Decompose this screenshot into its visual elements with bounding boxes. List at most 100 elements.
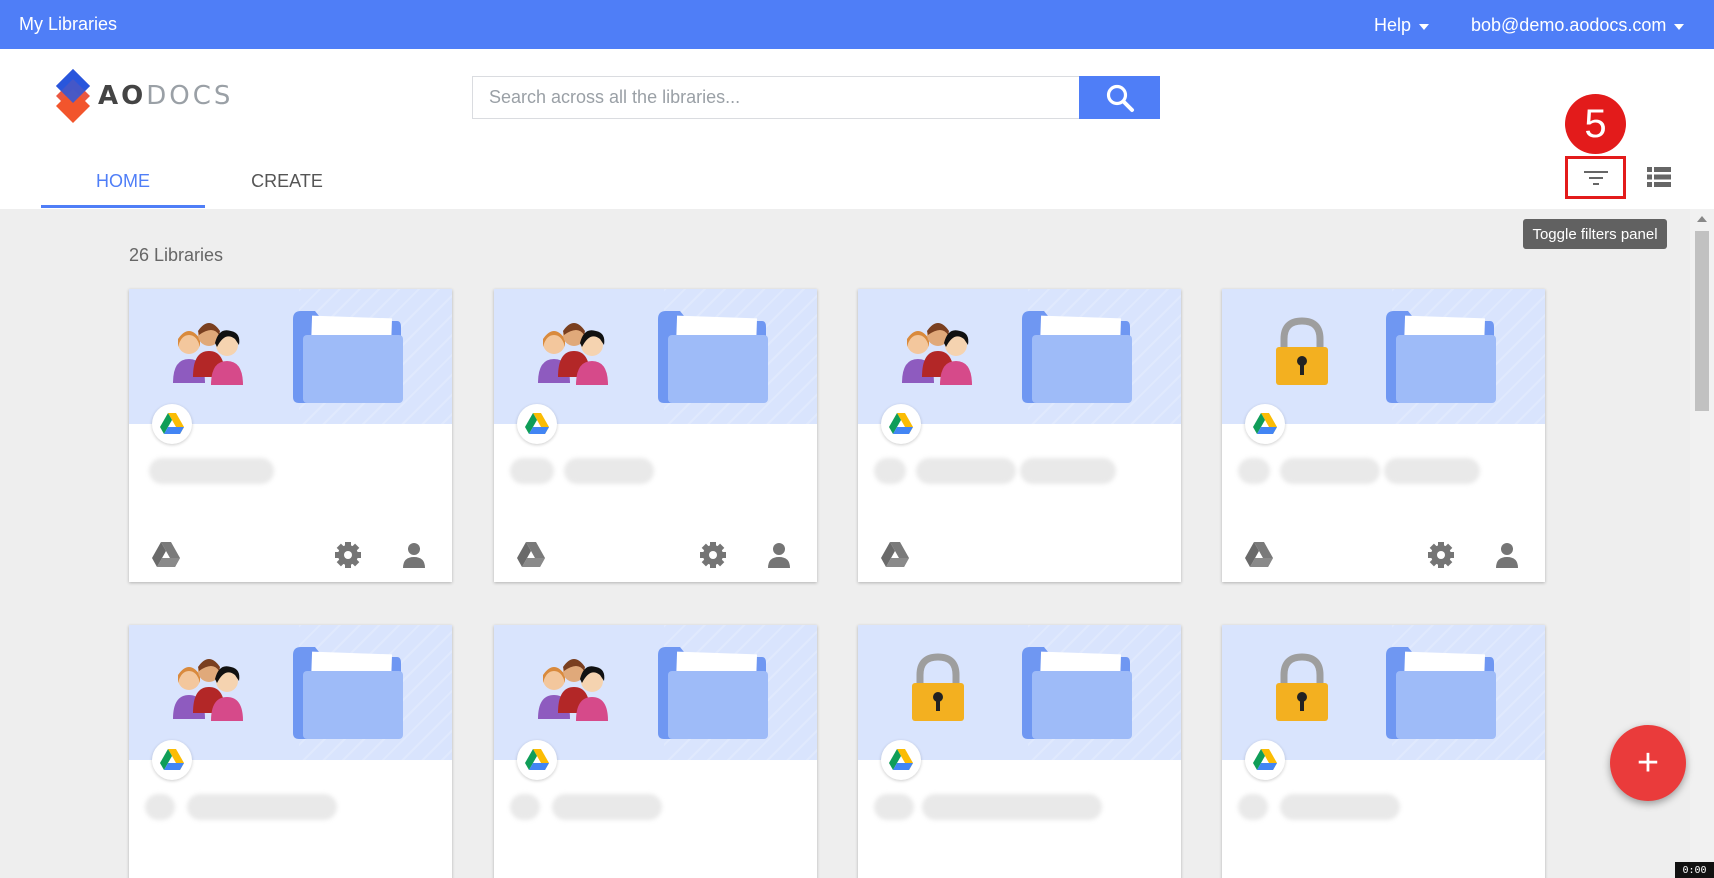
library-banner (494, 625, 817, 760)
scrollbar-thumb[interactable] (1695, 231, 1709, 411)
google-drive-icon (160, 749, 184, 770)
gear-icon[interactable] (1426, 541, 1456, 569)
library-grid-area: 26 Libraries Toggle filters panel (0, 209, 1690, 878)
lock-icon (1276, 653, 1328, 721)
library-card[interactable] (858, 625, 1181, 878)
app-title: My Libraries (19, 14, 118, 34)
library-name-redacted (922, 794, 1102, 820)
tab-home[interactable]: HOME (41, 154, 205, 208)
aodocs-logo-icon (56, 69, 90, 123)
library-card[interactable] (494, 625, 817, 878)
google-drive-outline-icon[interactable] (516, 541, 546, 569)
library-card[interactable] (1222, 625, 1545, 878)
library-banner (858, 289, 1181, 424)
aodocs-logo[interactable]: AODOCS (56, 69, 233, 123)
folder-icon (1022, 311, 1132, 403)
toggle-filters-button[interactable] (1565, 156, 1626, 199)
folder-icon (1386, 311, 1496, 403)
top-bar: My Libraries Help bob@demo.aodocs.com (0, 0, 1714, 49)
gear-icon[interactable] (333, 541, 363, 569)
search-icon (1106, 84, 1134, 112)
folder-icon (293, 647, 403, 739)
chevron-down-icon (1674, 23, 1685, 30)
drive-badge (517, 740, 557, 780)
library-name-redacted (1238, 794, 1268, 820)
tab-home-label: HOME (96, 170, 150, 191)
gear-icon[interactable] (698, 541, 728, 569)
list-view-button[interactable] (1647, 166, 1671, 188)
folder-icon (1386, 647, 1496, 739)
library-name-redacted (187, 794, 337, 820)
library-banner (858, 625, 1181, 760)
google-drive-icon (525, 413, 549, 434)
google-drive-outline-icon[interactable] (151, 541, 181, 569)
google-drive-icon (889, 749, 913, 770)
header: AODOCS HOME CREATE (0, 49, 1714, 209)
library-name-redacted (1384, 458, 1480, 484)
library-card[interactable] (1222, 289, 1545, 582)
google-drive-outline-icon[interactable] (1244, 541, 1274, 569)
search-bar (472, 76, 1160, 119)
scroll-up-icon[interactable] (1697, 216, 1707, 222)
search-input[interactable] (472, 76, 1079, 119)
person-icon[interactable] (1492, 541, 1522, 569)
scrollbar[interactable] (1690, 209, 1714, 878)
list-view-icon (1647, 167, 1671, 187)
library-name-redacted (1020, 458, 1116, 484)
add-library-button[interactable]: + (1610, 725, 1686, 801)
people-icon (538, 659, 608, 721)
folder-icon (658, 647, 768, 739)
drive-badge (881, 404, 921, 444)
library-banner (494, 289, 817, 424)
step-annotation-badge: 5 (1565, 94, 1626, 154)
drive-badge (881, 740, 921, 780)
library-banner (1222, 289, 1545, 424)
video-timer: 0:00 (1675, 862, 1714, 878)
library-name-redacted (552, 794, 662, 820)
library-name-redacted (874, 794, 914, 820)
tab-create-label: CREATE (251, 170, 323, 191)
person-icon[interactable] (764, 541, 794, 569)
people-icon (902, 323, 972, 385)
library-count: 26 Libraries (129, 245, 224, 265)
library-name-redacted (874, 458, 906, 484)
library-name-redacted (510, 458, 554, 484)
library-name-redacted (1238, 458, 1270, 484)
drive-badge (152, 740, 192, 780)
folder-icon (293, 311, 403, 403)
google-drive-icon (1253, 749, 1277, 770)
filter-icon (1583, 170, 1608, 185)
user-menu[interactable]: bob@demo.aodocs.com (1471, 15, 1685, 36)
google-drive-outline-icon[interactable] (880, 541, 910, 569)
drive-badge (1245, 740, 1285, 780)
library-card[interactable] (129, 625, 452, 878)
library-name-redacted (916, 458, 1016, 484)
library-name-redacted (1280, 458, 1380, 484)
library-card[interactable] (494, 289, 817, 582)
search-button[interactable] (1079, 76, 1160, 119)
google-drive-icon (525, 749, 549, 770)
folder-icon (658, 311, 768, 403)
library-name-redacted (149, 458, 274, 484)
tooltip: Toggle filters panel (1523, 219, 1667, 249)
lock-icon (912, 653, 964, 721)
library-banner (1222, 625, 1545, 760)
person-icon[interactable] (399, 541, 429, 569)
library-name-redacted (145, 794, 175, 820)
chevron-down-icon (1419, 23, 1430, 30)
folder-icon (1022, 647, 1132, 739)
google-drive-icon (160, 413, 184, 434)
people-icon (173, 323, 243, 385)
library-card[interactable] (858, 289, 1181, 582)
tab-bar: HOME CREATE (41, 154, 369, 208)
logo-text-dark: AO (98, 81, 147, 111)
library-name-redacted (1280, 794, 1400, 820)
google-drive-icon (1253, 413, 1277, 434)
tab-create[interactable]: CREATE (205, 154, 369, 208)
library-card[interactable] (129, 289, 452, 582)
library-name-redacted (510, 794, 540, 820)
drive-badge (1245, 404, 1285, 444)
help-menu[interactable]: Help (1374, 15, 1430, 36)
logo-text: AODOCS (98, 81, 233, 111)
logo-text-light: DOCS (146, 81, 234, 111)
